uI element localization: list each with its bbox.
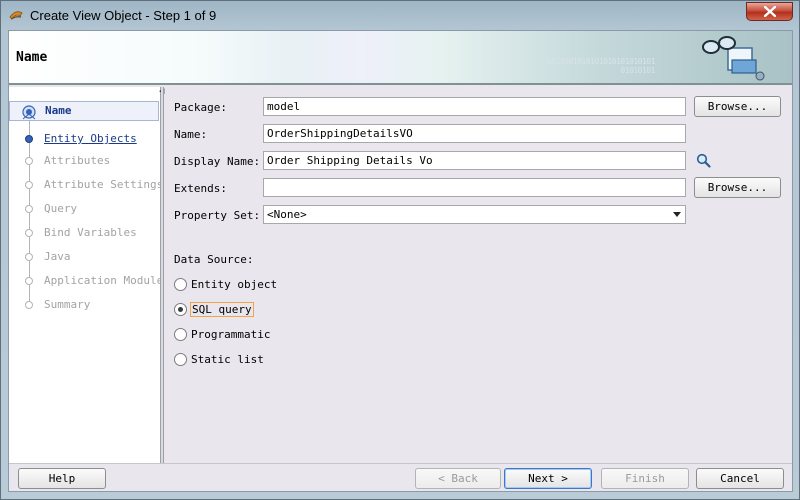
step-dot	[25, 135, 33, 143]
back-button[interactable]: < Back	[415, 468, 501, 489]
jdeveloper-app-icon	[9, 11, 23, 20]
step-label: Attribute Settings	[44, 178, 164, 191]
finish-button[interactable]: Finish	[601, 468, 689, 489]
step-application-module: Application Module	[9, 271, 163, 291]
chevron-down-icon	[673, 212, 681, 217]
extends-browse-button[interactable]: Browse...	[694, 177, 781, 198]
extends-input[interactable]	[263, 178, 686, 197]
step-label: Bind Variables	[44, 226, 137, 239]
next-button[interactable]: Next >	[504, 468, 592, 489]
dialog-client-area: Name 0010101010101010101010101 01010101	[8, 30, 793, 492]
binary-decoration: 0010101010101010101010101 01010101	[547, 57, 655, 75]
name-form: Package: model Browse... Name: OrderShip…	[165, 87, 792, 463]
radio-button[interactable]	[174, 328, 187, 341]
step-label: Java	[44, 250, 71, 263]
name-label: Name:	[174, 128, 208, 141]
radio-label: Programmatic	[191, 328, 271, 341]
help-button[interactable]: Help	[18, 468, 106, 489]
data-source-label: Data Source:	[174, 253, 254, 266]
property-set-label: Property Set:	[174, 209, 261, 222]
page-title: Name	[16, 50, 48, 65]
property-set-value: <None>	[267, 208, 307, 221]
step-summary: Summary	[9, 295, 159, 315]
radio-button[interactable]	[174, 303, 187, 316]
extends-label: Extends:	[174, 182, 227, 195]
radio-label: Entity object	[191, 278, 278, 291]
property-set-select[interactable]: <None>	[263, 205, 686, 224]
step-dot	[25, 181, 33, 189]
radio-button[interactable]	[174, 353, 187, 366]
wizard-steps-panel: Name Entity Objects Attributes Attribute…	[9, 87, 163, 463]
step-attribute-settings: Attribute Settings	[9, 175, 163, 195]
step-dot	[25, 277, 33, 285]
step-label: Summary	[44, 298, 91, 311]
radio-label: Static list	[191, 353, 264, 366]
wizard-glasses-icon	[702, 36, 765, 81]
close-button[interactable]	[746, 2, 793, 21]
package-input[interactable]: model	[263, 97, 686, 116]
search-icon[interactable]	[696, 153, 711, 168]
dialog-footer: Help < Back Next > Finish Cancel	[9, 463, 792, 491]
step-attributes: Attributes	[9, 151, 159, 171]
step-label: Query	[44, 202, 78, 215]
dialog-window: Create View Object - Step 1 of 9 Name 00…	[0, 0, 800, 500]
radio-button[interactable]	[174, 278, 187, 291]
step-entity-objects[interactable]: Entity Objects	[9, 129, 159, 149]
window-title: Create View Object - Step 1 of 9	[30, 8, 217, 23]
display-name-input[interactable]: Order Shipping Details Vo	[263, 151, 686, 170]
step-label: Application Module	[44, 274, 164, 287]
cancel-button[interactable]: Cancel	[696, 468, 784, 489]
step-label: Entity Objects	[44, 132, 137, 145]
package-browse-button[interactable]: Browse...	[694, 96, 781, 117]
step-query: Query	[9, 199, 159, 219]
step-dot	[25, 157, 33, 165]
step-bind-variables: Bind Variables	[9, 223, 159, 243]
package-label: Package:	[174, 101, 227, 114]
step-label: Attributes	[44, 154, 111, 167]
step-label: Name	[45, 104, 72, 117]
step-dot	[25, 229, 33, 237]
name-input[interactable]: OrderShippingDetailsVO	[263, 124, 686, 143]
step-name[interactable]: Name	[9, 101, 159, 121]
radio-label: SQL query	[190, 302, 254, 317]
step-dot	[25, 301, 33, 309]
step-dot	[25, 205, 33, 213]
title-bar[interactable]: Create View Object - Step 1 of 9	[1, 1, 799, 29]
close-icon	[764, 6, 776, 17]
step-dot	[25, 253, 33, 261]
current-step-icon	[22, 105, 36, 120]
display-name-label: Display Name:	[174, 155, 261, 168]
panel-splitter[interactable]	[161, 87, 164, 463]
header-banner: Name 0010101010101010101010101 01010101	[9, 31, 792, 85]
step-java: Java	[9, 247, 159, 267]
